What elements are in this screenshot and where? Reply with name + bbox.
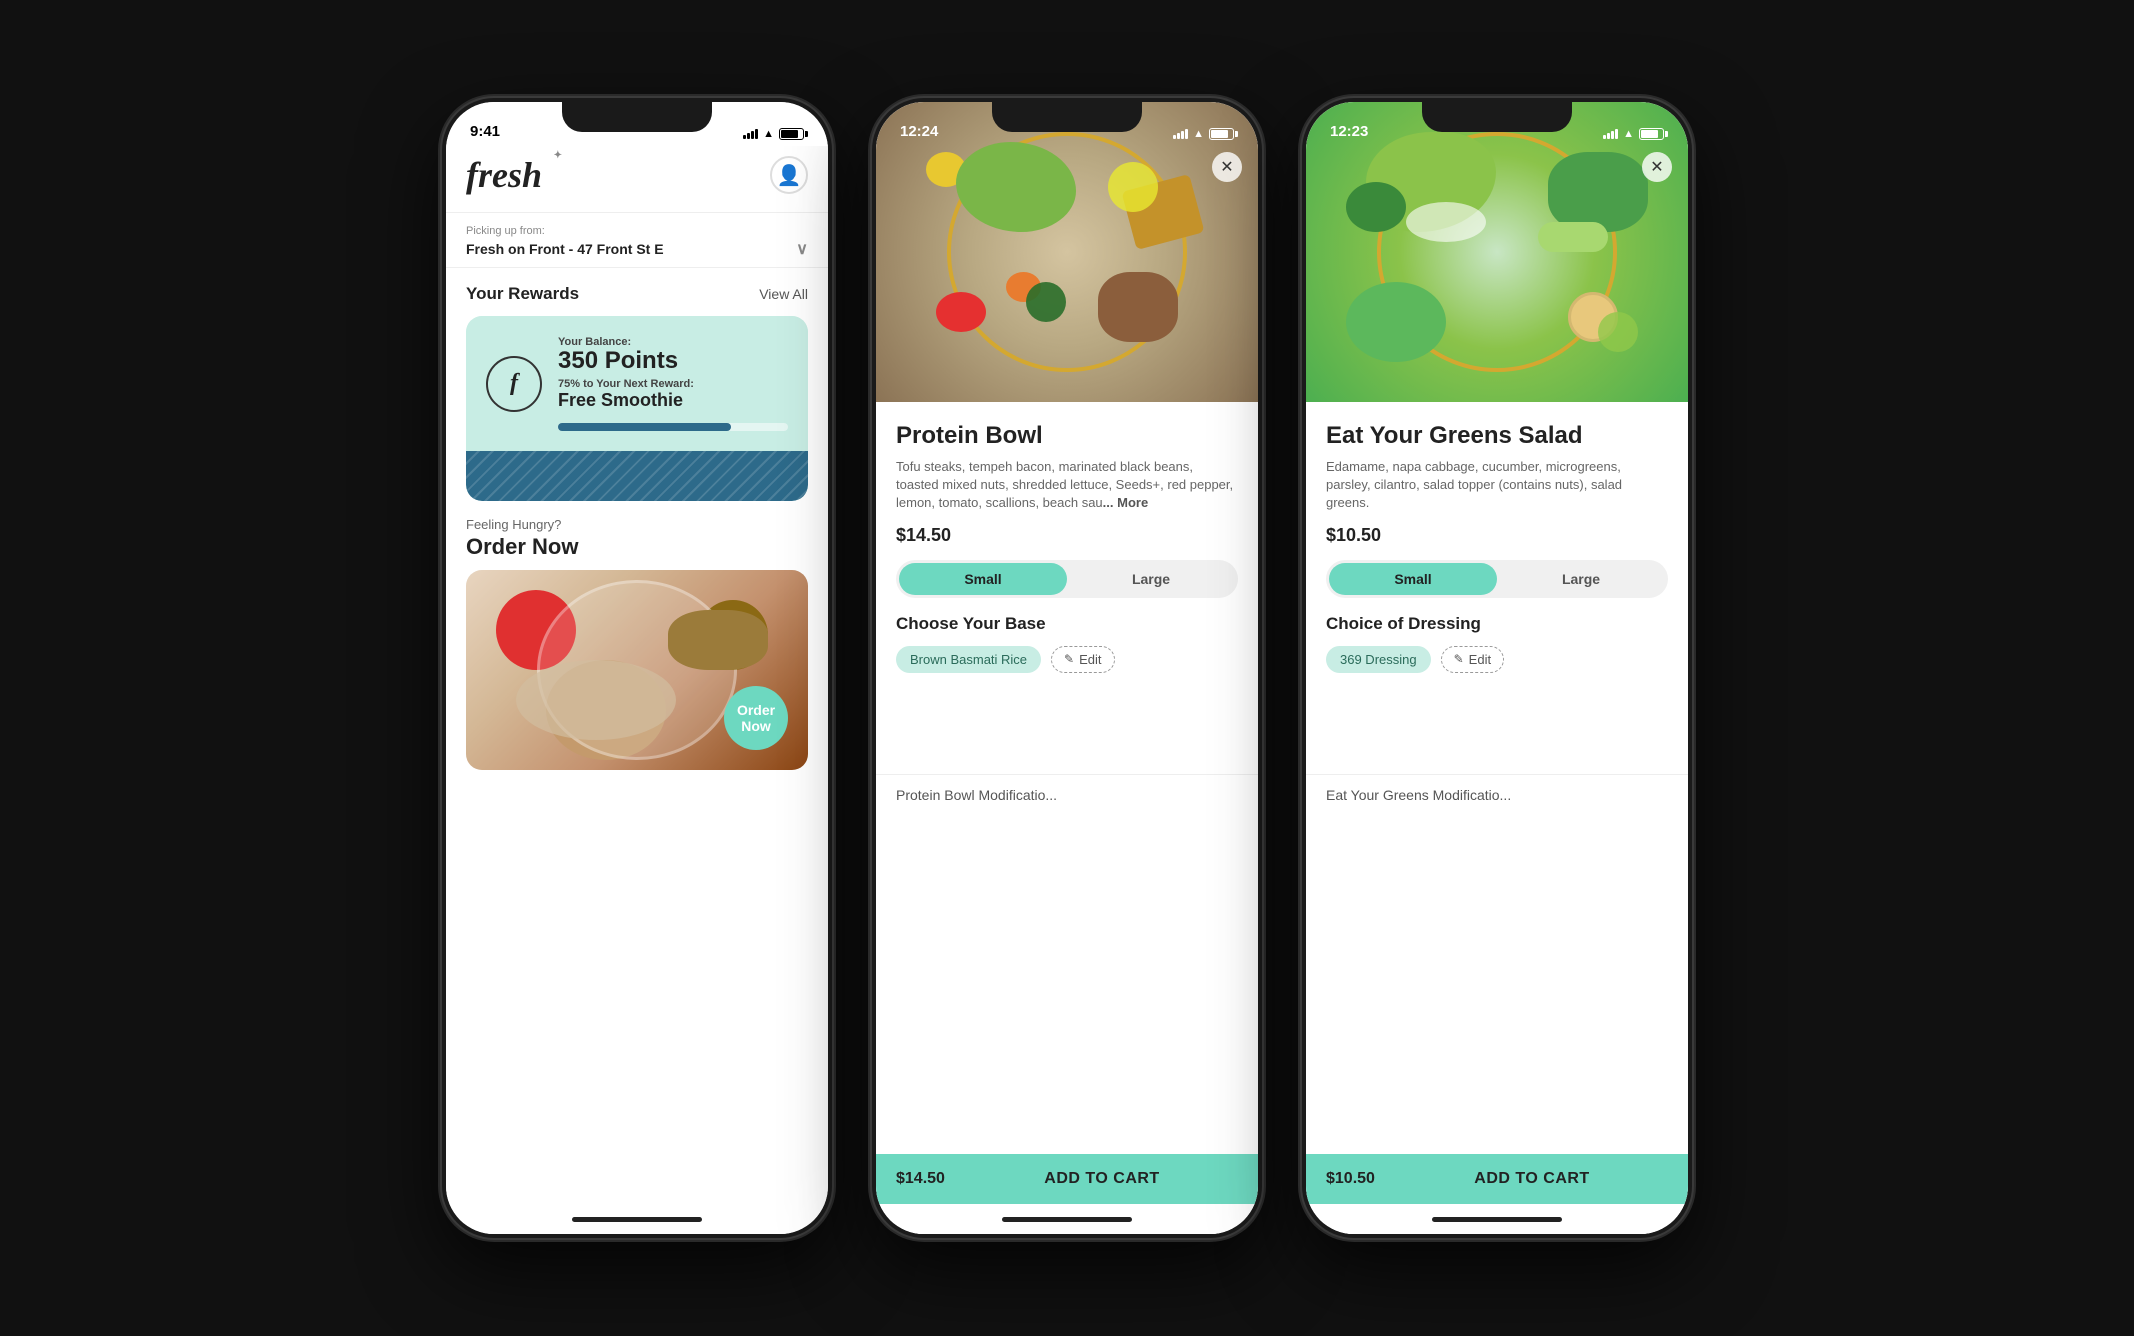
rewards-logo: f	[486, 356, 542, 412]
home-indicator	[876, 1204, 1258, 1234]
add-to-cart-bar[interactable]: $14.50 ADD TO CART	[876, 1154, 1258, 1204]
logo-decoration: ✦	[554, 150, 562, 161]
product-screen: 12:24 ▲	[876, 102, 1258, 1234]
rewards-section: Your Rewards View All f Your Balance: 35…	[446, 268, 828, 501]
order-now-badge[interactable]: Order Now	[724, 686, 788, 750]
modify-section: Eat Your Greens Modificatio...	[1306, 774, 1688, 803]
cart-price: $14.50	[896, 1170, 966, 1188]
base-options: Brown Basmati Rice ✎ Edit	[896, 646, 1238, 673]
product-hero: 12:24 ▲	[876, 102, 1258, 402]
status-time: 9:41	[470, 123, 500, 140]
product-price: $14.50	[896, 525, 1238, 546]
battery-icon	[1639, 128, 1664, 140]
app-header: fresh ✦ 👤	[446, 146, 828, 213]
signal-icon	[1173, 129, 1188, 139]
size-large[interactable]: Large	[1497, 563, 1665, 595]
wifi-icon: ▲	[1193, 128, 1204, 140]
size-small[interactable]: Small	[899, 563, 1067, 595]
pickup-location[interactable]: Fresh on Front - 47 Front St E ∨	[466, 239, 808, 259]
notch	[992, 102, 1142, 132]
chevron-down-icon: ∨	[796, 239, 808, 259]
pickup-section: Picking up from: Fresh on Front - 47 Fro…	[446, 213, 828, 268]
points-value: 350 Points	[558, 348, 788, 374]
base-selected-tag[interactable]: Brown Basmati Rice	[896, 646, 1041, 673]
edit-button[interactable]: ✎ Edit	[1051, 646, 1114, 673]
phone-3: 12:23 ▲	[1302, 98, 1692, 1238]
product-screen: 12:23 ▲	[1306, 102, 1688, 1234]
signal-icon	[1603, 129, 1618, 139]
phone-1: 9:41 ▲ fresh	[442, 98, 832, 1238]
dressing-options: 369 Dressing ✎ Edit	[1326, 646, 1668, 673]
hungry-label: Feeling Hungry?	[466, 517, 808, 532]
progress-fill	[558, 423, 731, 431]
hungry-section: Feeling Hungry? Order Now Order Now	[446, 501, 828, 1204]
pencil-icon: ✎	[1454, 652, 1464, 666]
signal-icon	[743, 129, 758, 139]
size-large[interactable]: Large	[1067, 563, 1235, 595]
size-small[interactable]: Small	[1329, 563, 1497, 595]
notch	[562, 102, 712, 132]
product-name: Protein Bowl	[896, 422, 1238, 450]
edit-button[interactable]: ✎ Edit	[1441, 646, 1504, 673]
bowl-image	[876, 102, 1258, 402]
notch	[1422, 102, 1572, 132]
pencil-icon: ✎	[1064, 652, 1074, 666]
close-button[interactable]: ✕	[1212, 152, 1242, 182]
progress-bar	[558, 423, 788, 431]
battery-icon	[779, 128, 804, 140]
status-time: 12:23	[1330, 123, 1368, 140]
status-icons: ▲	[743, 128, 804, 140]
food-image[interactable]: Order Now	[466, 570, 808, 770]
home-indicator	[446, 1204, 828, 1234]
product-details: Protein Bowl Tofu steaks, tempeh bacon, …	[876, 402, 1258, 774]
home-screen: fresh ✦ 👤 Picking up from: Fresh on Fron…	[446, 146, 828, 1204]
dressing-section-title: Choice of Dressing	[1326, 614, 1668, 634]
close-button[interactable]: ✕	[1642, 152, 1672, 182]
salad-image	[1306, 102, 1688, 402]
size-selector: Small Large	[896, 560, 1238, 598]
product-description: Tofu steaks, tempeh bacon, marinated bla…	[896, 458, 1238, 513]
dressing-selected-tag[interactable]: 369 Dressing	[1326, 646, 1431, 673]
wifi-icon: ▲	[1623, 128, 1634, 140]
add-to-cart-button[interactable]: ADD TO CART	[966, 1170, 1238, 1188]
fresh-logo: fresh ✦	[466, 154, 542, 196]
rewards-header: Your Rewards View All	[466, 284, 808, 304]
rewards-title: Your Rewards	[466, 284, 579, 304]
size-selector: Small Large	[1326, 560, 1668, 598]
base-section-title: Choose Your Base	[896, 614, 1238, 634]
next-reward: Free Smoothie	[558, 390, 788, 411]
view-all-button[interactable]: View All	[759, 286, 808, 302]
order-now-title: Order Now	[466, 534, 808, 560]
product-details: Eat Your Greens Salad Edamame, napa cabb…	[1306, 402, 1688, 774]
rewards-info: Your Balance: 350 Points 75% to Your Nex…	[558, 336, 788, 431]
rewards-card: f Your Balance: 350 Points 75% to Your N…	[466, 316, 808, 501]
next-reward-label: 75% to Your Next Reward:	[558, 378, 788, 390]
product-description: Edamame, napa cabbage, cucumber, microgr…	[1326, 458, 1668, 513]
battery-icon	[1209, 128, 1234, 140]
pickup-label: Picking up from:	[466, 225, 808, 237]
product-price: $10.50	[1326, 525, 1668, 546]
cart-price: $10.50	[1326, 1170, 1396, 1188]
profile-icon: 👤	[777, 163, 802, 188]
profile-button[interactable]: 👤	[770, 156, 808, 194]
product-hero: 12:23 ▲	[1306, 102, 1688, 402]
modify-section: Protein Bowl Modificatio...	[876, 774, 1258, 803]
wifi-icon: ▲	[763, 128, 774, 140]
add-to-cart-bar[interactable]: $10.50 ADD TO CART	[1306, 1154, 1688, 1204]
product-name: Eat Your Greens Salad	[1326, 422, 1668, 450]
status-time: 12:24	[900, 123, 938, 140]
phone-2: 12:24 ▲	[872, 98, 1262, 1238]
add-to-cart-button[interactable]: ADD TO CART	[1396, 1170, 1668, 1188]
home-indicator	[1306, 1204, 1688, 1234]
more-link[interactable]: ... More	[1103, 495, 1149, 510]
rewards-pattern	[466, 451, 808, 501]
